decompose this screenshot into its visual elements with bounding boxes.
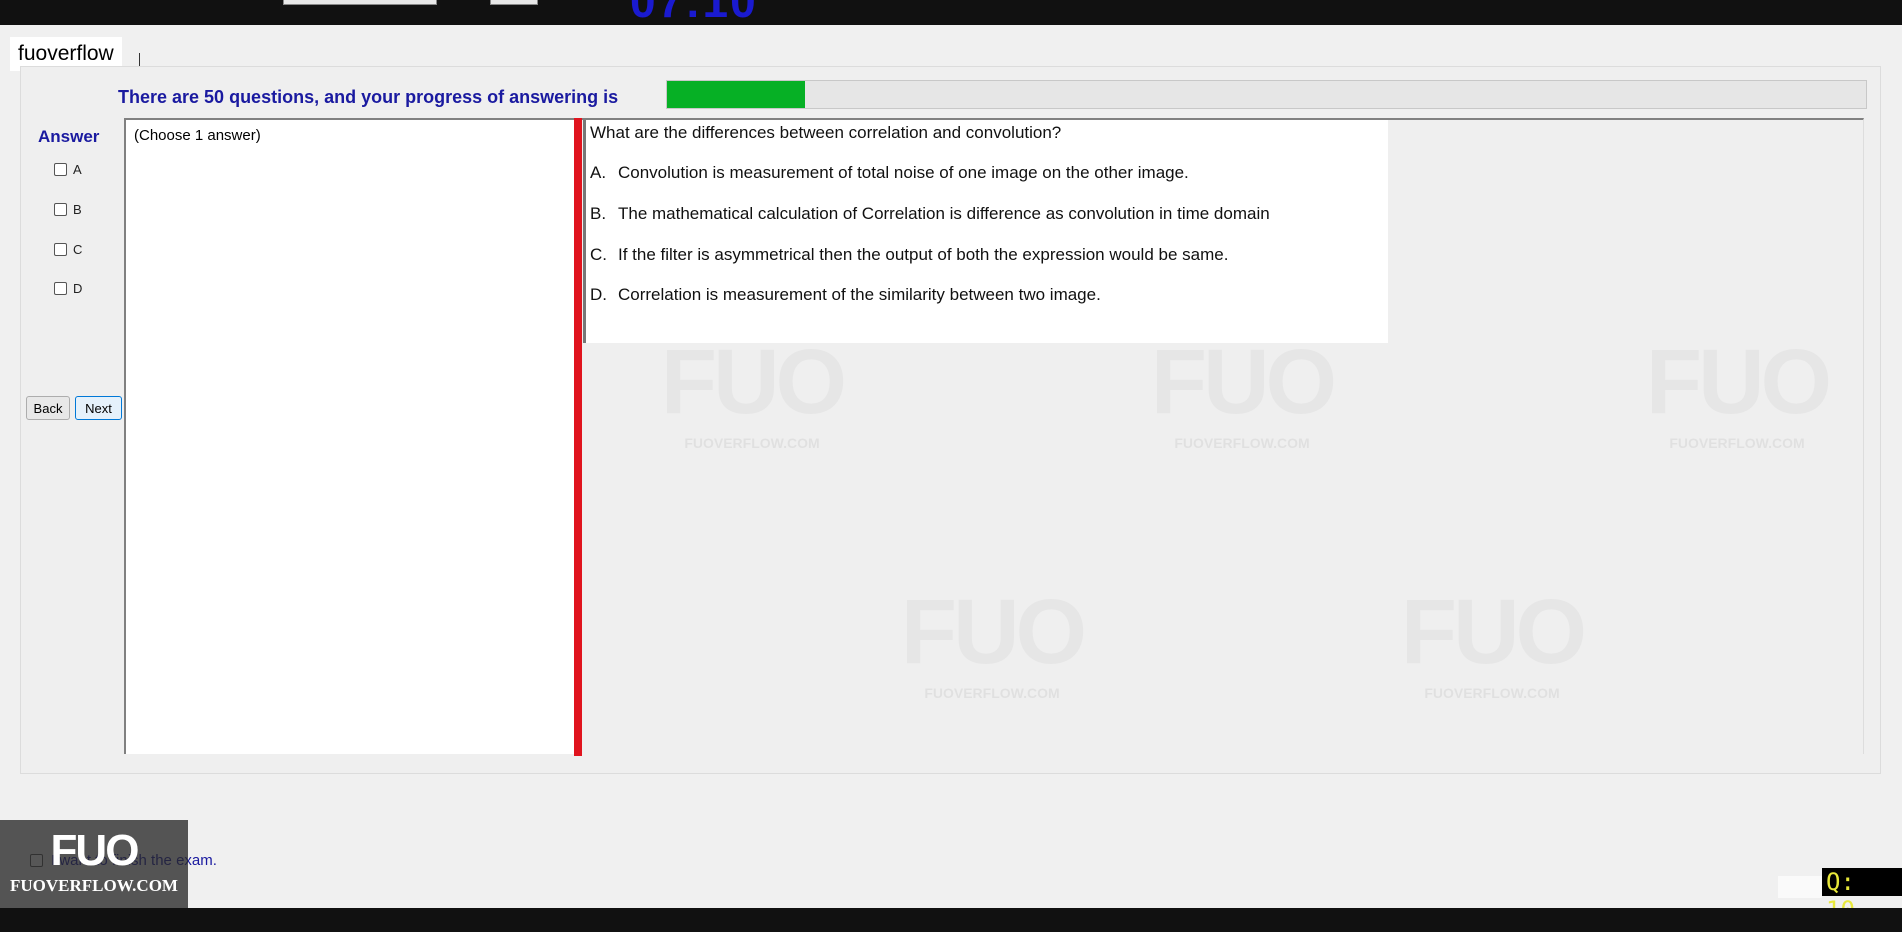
hidden-dropdown[interactable] — [283, 0, 437, 5]
progress-bar — [666, 80, 1867, 109]
question-option-b: B. The mathematical calculation of Correl… — [590, 204, 1270, 223]
fuo-logo: FUO FUOVERFLOW.COM — [0, 820, 188, 908]
question-box: What are the differences between correla… — [583, 120, 1388, 343]
answer-option-a[interactable]: A — [54, 162, 82, 177]
watermark: FUOFUOVERFLOW.COM — [1424, 685, 1560, 701]
top-black-bar: 07:10 — [0, 0, 1902, 25]
watermark: FUOFUOVERFLOW.COM — [1174, 435, 1310, 451]
answer-option-label: A — [73, 162, 82, 177]
checkbox-d[interactable] — [54, 282, 67, 295]
question-option-c: C. If the filter is asymmetrical then the… — [590, 245, 1229, 264]
answer-option-label: D — [73, 281, 83, 296]
hidden-field — [1778, 876, 1822, 898]
checkbox-b[interactable] — [54, 203, 67, 216]
answer-option-c[interactable]: C — [54, 242, 82, 257]
watermark: FUOFUOVERFLOW.COM — [1669, 435, 1805, 451]
exam-timer: 07:10 — [630, 0, 758, 25]
watermark: FUOFUOVERFLOW.COM — [924, 685, 1060, 701]
answer-option-d[interactable]: D — [54, 281, 82, 296]
back-button[interactable]: Back — [26, 396, 70, 420]
answer-option-b[interactable]: B — [54, 202, 82, 217]
answer-title: Answer — [38, 127, 100, 146]
bottom-black-bar — [0, 908, 1902, 932]
choose-hint: (Choose 1 answer) — [134, 127, 261, 144]
progress-bar-fill — [667, 81, 805, 108]
answer-option-label: B — [73, 202, 82, 217]
progress-label: There are 50 questions, and your progres… — [118, 87, 619, 107]
hidden-field[interactable] — [490, 0, 538, 5]
question-option-d: D. Correlation is measurement of the simi… — [590, 285, 1101, 304]
answer-hint-box: (Choose 1 answer) — [124, 118, 574, 754]
question-counter: Q: 10 — [1822, 868, 1902, 924]
question-text: What are the differences between correla… — [590, 123, 1062, 142]
checkbox-a[interactable] — [54, 163, 67, 176]
watermark: FUOFUOVERFLOW.COM — [684, 435, 820, 451]
question-option-a: A. Convolution is measurement of total no… — [590, 163, 1189, 182]
answer-option-label: C — [73, 242, 83, 257]
next-button[interactable]: Next — [75, 396, 122, 420]
red-divider[interactable] — [574, 118, 582, 756]
checkbox-c[interactable] — [54, 243, 67, 256]
